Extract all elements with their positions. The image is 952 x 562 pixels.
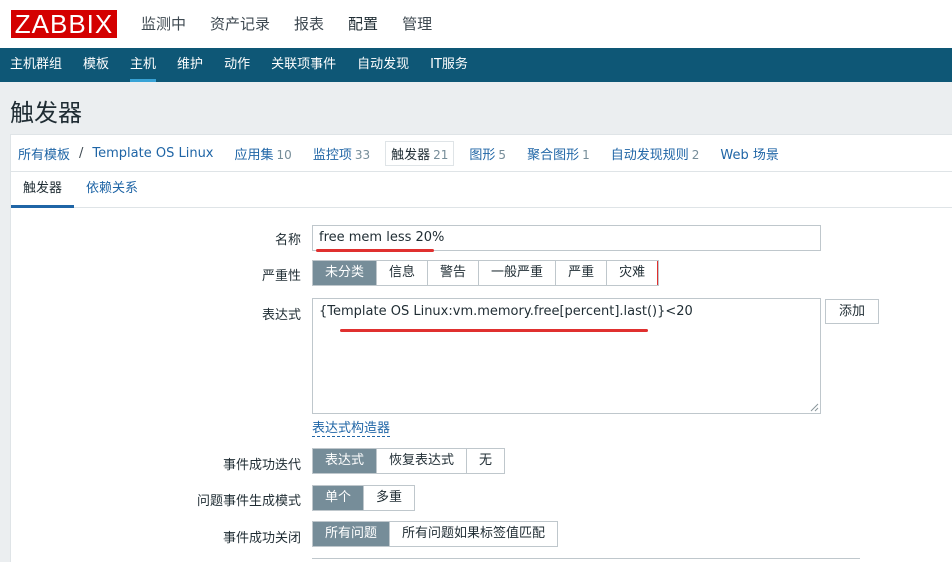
tab-trigger[interactable]: 触发器	[11, 172, 75, 208]
expression-label: 表达式	[261, 308, 301, 323]
menu-monitoring[interactable]: 监测中	[141, 0, 186, 48]
expression-constructor-link[interactable]: 表达式构造器	[312, 421, 391, 437]
form-tabs: 触发器 依赖关系	[10, 172, 952, 208]
main-menu: 监测中 资产记录 报表 配置 管理	[141, 0, 456, 48]
menu-inventory[interactable]: 资产记录	[210, 0, 270, 48]
problem-mode-multiple[interactable]: 多重	[364, 486, 414, 510]
breadcrumb-discovery-rules[interactable]: 自动发现规则 2	[611, 144, 700, 163]
next-field-edge	[312, 558, 860, 562]
severity-average[interactable]: 一般严重	[479, 261, 557, 285]
triggers-count: 21	[433, 147, 449, 162]
severity-selector: 未分类 信息 警告 一般严重 严重 灾难	[312, 260, 660, 286]
applications-count: 10	[276, 147, 292, 162]
severity-warning[interactable]: 警告	[428, 261, 480, 285]
problem-mode-label: 问题事件生成模式	[196, 494, 301, 509]
screens-count: 1	[582, 147, 590, 162]
severity-not-classified[interactable]: 未分类	[313, 261, 378, 285]
breadcrumb-graphs[interactable]: 图形 5	[469, 144, 506, 163]
subnav-actions[interactable]: 动作	[224, 48, 250, 82]
menu-administration[interactable]: 管理	[402, 0, 432, 48]
page-title: 触发器	[10, 99, 82, 127]
expression-textarea[interactable]: {Template OS Linux:vm.memory.free[percen…	[312, 298, 821, 414]
problem-mode-selector: 单个 多重	[312, 485, 416, 511]
ok-event-closes-label: 事件成功关闭	[222, 531, 301, 546]
ok-event-none[interactable]: 无	[467, 449, 504, 473]
breadcrumb-web-scenarios[interactable]: Web 场景	[720, 144, 778, 163]
subnav-event-correlation[interactable]: 关联项事件	[271, 48, 336, 82]
breadcrumb-items[interactable]: 监控项 33	[313, 144, 370, 163]
expression-underline-annotation	[340, 329, 648, 332]
zabbix-logo[interactable]: ZABBIX	[11, 10, 117, 38]
name-underline-annotation	[316, 249, 434, 252]
breadcrumb-screens[interactable]: 聚合图形 1	[527, 144, 590, 163]
ok-event-recovery-expression[interactable]: 恢复表达式	[377, 449, 468, 473]
severity-disaster[interactable]: 灾难	[607, 261, 659, 285]
subnav-templates[interactable]: 模板	[83, 48, 109, 82]
ok-close-all-problems[interactable]: 所有问题	[313, 522, 391, 546]
subnav-hosts[interactable]: 主机	[130, 48, 157, 82]
items-count: 33	[354, 147, 371, 162]
ok-close-if-tags-match[interactable]: 所有问题如果标签值匹配	[390, 522, 557, 546]
breadcrumb-triggers[interactable]: 触发器 21	[385, 140, 455, 166]
ok-event-expression[interactable]: 表达式	[313, 449, 378, 473]
tab-dependencies[interactable]: 依赖关系	[74, 172, 150, 207]
severity-label: 严重性	[261, 269, 301, 284]
graphs-count: 5	[498, 147, 507, 162]
menu-reports[interactable]: 报表	[294, 0, 324, 48]
resize-grip-icon[interactable]	[810, 403, 819, 412]
subnav-it-services[interactable]: IT服务	[430, 48, 468, 82]
discovery-rules-count: 2	[691, 147, 700, 162]
problem-mode-single[interactable]: 单个	[313, 486, 365, 510]
ok-event-generation-selector: 表达式 恢复表达式 无	[312, 448, 506, 474]
add-expression-button[interactable]: 添加	[825, 299, 879, 324]
breadcrumb-applications[interactable]: 应用集 10	[235, 144, 292, 163]
ok-event-generation-label: 事件成功迭代	[222, 458, 301, 473]
breadcrumb-all-templates[interactable]: 所有模板	[18, 144, 70, 163]
name-input[interactable]: free mem less 20%	[312, 225, 821, 251]
breadcrumb-template[interactable]: Template OS Linux	[92, 146, 213, 161]
top-bar: ZABBIX 监测中 资产记录 报表 配置 管理	[0, 0, 952, 48]
subnav-host-groups[interactable]: 主机群组	[10, 48, 62, 82]
severity-high[interactable]: 严重	[556, 261, 608, 285]
menu-configuration[interactable]: 配置	[348, 0, 378, 48]
name-label: 名称	[274, 233, 301, 248]
severity-information[interactable]: 信息	[377, 261, 429, 285]
subnav-discovery[interactable]: 自动发现	[357, 48, 409, 82]
sub-nav: 主机群组 模板 主机 维护 动作 关联项事件 自动发现 IT服务	[0, 48, 952, 82]
breadcrumb: 所有模板 / Template OS Linux 应用集 10 监控项 33 触发器…	[10, 134, 952, 172]
breadcrumb-separator: /	[79, 145, 84, 161]
ok-event-closes-selector: 所有问题 所有问题如果标签值匹配	[312, 521, 559, 547]
subnav-maintenance[interactable]: 维护	[177, 48, 203, 82]
